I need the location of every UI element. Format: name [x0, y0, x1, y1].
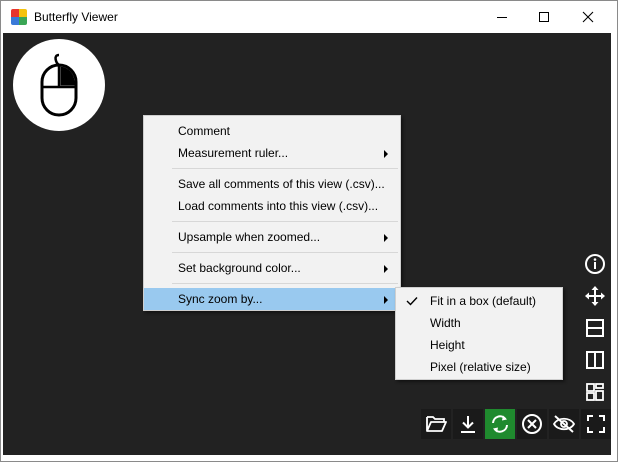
sync-button[interactable] — [485, 409, 515, 439]
menu-item-sync-zoom[interactable]: Sync zoom by... — [144, 288, 400, 310]
menu-separator — [172, 252, 398, 253]
menu-separator — [172, 168, 398, 169]
menu-item-label: Measurement ruler... — [178, 146, 289, 160]
menu-item-measurement-ruler[interactable]: Measurement ruler... — [144, 142, 400, 164]
download-button[interactable] — [453, 409, 483, 439]
open-folder-button[interactable] — [421, 409, 451, 439]
menu-item-label: Comment — [178, 124, 231, 138]
submenu-arrow-icon — [384, 234, 388, 242]
fullscreen-button[interactable] — [581, 409, 611, 439]
app-window: Butterfly Viewer Comment Measurement rul… — [0, 0, 618, 462]
submenu-item-label: Pixel (relative size) — [430, 360, 531, 374]
hide-eye-icon — [552, 415, 576, 433]
grid-layout-icon — [586, 383, 604, 401]
close-circle-icon — [522, 414, 542, 434]
submenu-item-fit-in-box[interactable]: Fit in a box (default) — [396, 290, 562, 312]
info-icon — [585, 254, 605, 274]
submenu-item-label: Fit in a box (default) — [430, 294, 537, 308]
split-vertical-icon — [586, 351, 604, 369]
mouse-icon — [40, 53, 78, 117]
checkmark-icon — [404, 290, 420, 312]
submenu-arrow-icon — [384, 265, 388, 273]
move-arrows-icon — [585, 286, 605, 306]
window-title: Butterfly Viewer — [34, 10, 118, 24]
open-folder-icon — [426, 416, 447, 432]
submenu-item-label: Width — [430, 316, 461, 330]
close-button[interactable] — [565, 1, 611, 33]
grid-layout-button[interactable] — [582, 379, 608, 405]
move-button[interactable] — [582, 283, 608, 309]
close-view-button[interactable] — [517, 409, 547, 439]
title-bar[interactable]: Butterfly Viewer — [1, 1, 617, 33]
image-canvas[interactable]: Comment Measurement ruler... Save all co… — [3, 33, 611, 455]
submenu-item-pixel[interactable]: Pixel (relative size) — [396, 356, 562, 378]
menu-item-comment[interactable]: Comment — [144, 120, 400, 142]
submenu-item-width[interactable]: Width — [396, 312, 562, 334]
menu-separator — [172, 221, 398, 222]
split-horizontal-icon — [586, 319, 604, 337]
menu-item-label: Save all comments of this view (.csv)... — [178, 177, 385, 191]
menu-item-background-color[interactable]: Set background color... — [144, 257, 400, 279]
minimize-icon — [497, 17, 507, 18]
download-icon — [461, 416, 475, 433]
fullscreen-icon — [587, 415, 605, 433]
menu-item-load-comments[interactable]: Load comments into this view (.csv)... — [144, 195, 400, 217]
split-horizontal-button[interactable] — [582, 315, 608, 341]
split-vertical-button[interactable] — [582, 347, 608, 373]
menu-item-save-comments[interactable]: Save all comments of this view (.csv)... — [144, 173, 400, 195]
sync-icon — [492, 415, 508, 433]
menu-item-label: Load comments into this view (.csv)... — [178, 199, 379, 213]
maximize-button[interactable] — [521, 1, 567, 33]
hide-interface-button[interactable] — [549, 409, 579, 439]
menu-item-label: Upsample when zoomed... — [178, 230, 321, 244]
info-button[interactable] — [582, 251, 608, 277]
maximize-icon — [539, 12, 549, 22]
menu-item-label: Sync zoom by... — [178, 292, 263, 306]
context-menu: Comment Measurement ruler... Save all co… — [143, 115, 401, 311]
close-icon — [582, 11, 594, 23]
mouse-badge — [13, 39, 105, 131]
menu-separator — [172, 283, 398, 284]
submenu-item-height[interactable]: Height — [396, 334, 562, 356]
submenu-item-label: Height — [430, 338, 465, 352]
submenu-arrow-icon — [384, 150, 388, 158]
submenu-arrow-icon — [384, 296, 388, 304]
menu-item-upsample[interactable]: Upsample when zoomed... — [144, 226, 400, 248]
sync-zoom-submenu: Fit in a box (default) Width Height Pixe… — [395, 287, 563, 380]
minimize-button[interactable] — [479, 1, 525, 33]
menu-item-label: Set background color... — [178, 261, 301, 275]
butterfly-viewer-app-icon — [11, 9, 27, 25]
